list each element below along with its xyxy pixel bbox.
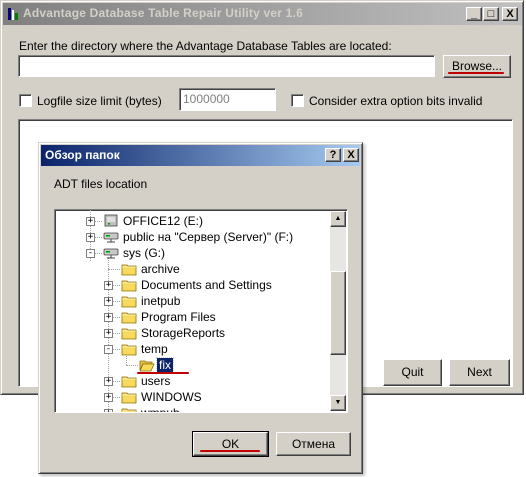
tree-item-program-files[interactable]: + Program Files xyxy=(55,309,345,325)
close-button[interactable]: X xyxy=(502,7,518,21)
folder-icon xyxy=(121,262,137,276)
tree-item-temp[interactable]: - temp xyxy=(55,341,345,357)
collapse-icon[interactable]: - xyxy=(86,249,95,258)
scroll-thumb[interactable] xyxy=(330,271,346,355)
browse-folder-dialog: Обзор папок ? X ADT files location + OFFI… xyxy=(38,142,363,474)
tree-scrollbar[interactable]: ▲ ▼ xyxy=(330,211,346,411)
open-folder-icon xyxy=(139,358,155,372)
tree-item-storagereports[interactable]: + StorageReports xyxy=(55,325,345,341)
dialog-title: Обзор папок xyxy=(45,148,120,162)
expand-icon[interactable]: + xyxy=(104,281,113,290)
ok-button[interactable]: OK xyxy=(192,431,269,457)
tree-item-label: wmpub xyxy=(141,406,180,413)
tree-item-label: OFFICE12 (E:) xyxy=(123,214,204,228)
cancel-button-label: Отмена xyxy=(291,437,336,451)
browse-button[interactable]: Browse... xyxy=(443,55,511,78)
tree-item-public-на-сервер-server-f[interactable]: + public на "Сервер (Server)" (F:) xyxy=(55,229,345,245)
tree-item-inetpub[interactable]: + inetpub xyxy=(55,293,345,309)
browse-button-label: Browse... xyxy=(451,59,502,73)
folder-icon xyxy=(121,406,137,412)
logfile-limit-label: Logfile size limit (bytes) xyxy=(37,94,162,108)
expand-icon[interactable]: + xyxy=(104,297,113,306)
dialog-description: ADT files location xyxy=(54,177,148,191)
tree-connector-line xyxy=(126,365,138,366)
directory-prompt: Enter the directory where the Advantage … xyxy=(19,39,392,53)
expand-icon[interactable]: + xyxy=(104,329,113,338)
tree-item-office12-e[interactable]: + OFFICE12 (E:) xyxy=(55,213,345,229)
tree-item-label: StorageReports xyxy=(141,326,226,340)
extra-bits-checkbox[interactable] xyxy=(291,94,304,107)
expand-icon[interactable]: + xyxy=(104,393,113,402)
tree-item-label: archive xyxy=(141,262,180,276)
main-window-title: Advantage Database Table Repair Utility … xyxy=(23,6,303,20)
cancel-button[interactable]: Отмена xyxy=(276,432,351,456)
tree-item-users[interactable]: + users xyxy=(55,373,345,389)
network-drive-icon xyxy=(103,246,119,260)
tree-item-sys-g[interactable]: - sys (G:) xyxy=(55,245,345,261)
tree-item-fix[interactable]: fix xyxy=(55,357,345,374)
expand-icon[interactable]: + xyxy=(104,377,113,386)
quit-button[interactable]: Quit xyxy=(383,359,442,386)
folder-tree[interactable]: + OFFICE12 (E:) + public на "Сервер (Server… xyxy=(54,209,348,413)
main-title-bar[interactable]: Advantage Database Table Repair Utility … xyxy=(3,3,522,25)
folder-icon xyxy=(121,310,137,324)
tree-item-documents-and-settings[interactable]: + Documents and Settings xyxy=(55,277,345,293)
scroll-down-button[interactable]: ▼ xyxy=(330,395,346,411)
annotation-underline-browse xyxy=(448,72,504,74)
expand-icon[interactable]: + xyxy=(104,409,113,412)
tree-item-label: fix xyxy=(156,357,174,373)
logfile-limit-input[interactable]: 1000000 xyxy=(179,88,276,111)
collapse-icon[interactable]: - xyxy=(104,345,113,354)
expand-icon[interactable]: + xyxy=(104,313,113,322)
quit-button-label: Quit xyxy=(401,365,424,379)
tree-item-label: temp xyxy=(141,342,168,356)
tree-item-label: WINDOWS xyxy=(141,390,202,404)
directory-input[interactable] xyxy=(18,55,435,77)
tree-item-label: users xyxy=(141,374,171,388)
drive-icon xyxy=(103,214,119,228)
folder-icon xyxy=(121,342,137,356)
tree-item-label: Program Files xyxy=(141,310,216,324)
dialog-title-bar[interactable]: Обзор папок ? X xyxy=(41,145,360,166)
folder-icon xyxy=(121,390,137,404)
folder-icon xyxy=(121,294,137,308)
help-button[interactable]: ? xyxy=(325,148,341,162)
expand-icon[interactable]: + xyxy=(86,217,95,226)
app-icon xyxy=(8,8,18,20)
tree-item-windows[interactable]: + WINDOWS xyxy=(55,389,345,405)
scroll-up-button[interactable]: ▲ xyxy=(330,211,346,227)
tree-item-archive[interactable]: archive xyxy=(55,261,345,277)
expand-icon[interactable]: + xyxy=(86,233,95,242)
folder-icon xyxy=(121,278,137,292)
extra-bits-label: Consider extra option bits invalid xyxy=(309,94,483,108)
network-drive-icon xyxy=(103,230,119,244)
ok-button-label: OK xyxy=(221,437,240,451)
next-button-label: Next xyxy=(467,365,492,379)
tree-item-label: inetpub xyxy=(141,294,181,308)
tree-item-wmpub[interactable]: + wmpub xyxy=(55,405,345,413)
logfile-limit-checkbox[interactable] xyxy=(19,94,32,107)
minimize-button[interactable]: _ xyxy=(466,7,482,21)
annotation-underline-ok xyxy=(200,450,260,452)
maximize-button[interactable]: □ xyxy=(483,7,499,21)
folder-icon xyxy=(121,374,137,388)
tree-item-label: sys (G:) xyxy=(123,246,165,260)
tree-connector-line xyxy=(108,269,120,270)
tree-item-label: Documents and Settings xyxy=(141,278,272,292)
dialog-close-button[interactable]: X xyxy=(343,148,359,162)
folder-icon xyxy=(121,326,137,340)
next-button[interactable]: Next xyxy=(449,359,510,386)
tree-item-label: public на "Сервер (Server)" (F:) xyxy=(123,230,294,244)
